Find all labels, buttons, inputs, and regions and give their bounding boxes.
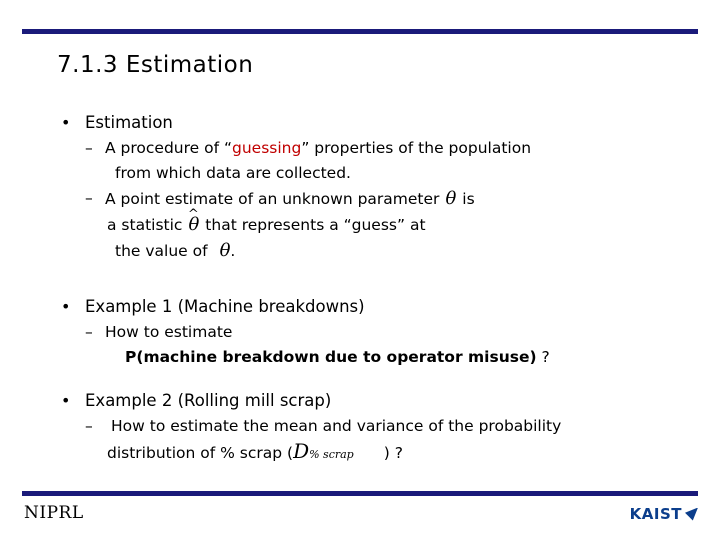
bullet-estimation-label: Estimation	[85, 113, 173, 132]
statistic-text-a: a statistic	[107, 216, 183, 234]
dash-icon: –	[85, 189, 93, 207]
theta-symbol: θ	[445, 188, 457, 209]
probability-expression-1-text: P(machine breakdown due to operator misu…	[125, 348, 537, 366]
sub-point-estimate-line2: a statistic ^ θ that represents a “guess” a…	[57, 207, 677, 238]
bullet-example-1: • Example 1 (Machine breakdowns)	[57, 296, 677, 318]
slide-body: • Estimation – A procedure of “guessing”…	[57, 112, 677, 467]
sub-how-to-estimate-1: – How to estimate	[57, 320, 677, 345]
dash-icon: –	[85, 323, 93, 341]
sub-procedure-cont: from which data are collected.	[115, 164, 351, 182]
kaist-logo: KAIST	[630, 505, 698, 523]
sub-point-estimate-text-a: A point estimate of an unknown parameter	[105, 190, 440, 208]
sub-point-estimate-line3: the value of θ.	[57, 238, 677, 264]
sub-procedure: – A procedure of “guessing” properties o…	[57, 136, 677, 161]
kaist-mark-icon	[685, 507, 698, 521]
sub-how-to-estimate-1-text: How to estimate	[105, 323, 233, 341]
top-divider	[22, 29, 698, 34]
sub-point-estimate-text-b: is	[462, 190, 475, 208]
d-symbol-subscript: % scrap	[309, 448, 354, 461]
period-text: .	[230, 242, 236, 260]
dash-icon: –	[85, 139, 93, 157]
d-symbol: D	[293, 439, 310, 463]
d-scrap-symbol: D% scrap	[293, 439, 354, 463]
slide: 7.1.3 Estimation • Estimation – A proced…	[0, 0, 720, 540]
dash-icon: –	[85, 417, 93, 435]
bottom-divider	[22, 491, 698, 496]
theta-hat-symbol: ^ θ	[188, 207, 199, 238]
statistic-text-b: that represents a “guess” at	[205, 216, 426, 234]
bullet-dot-icon: •	[61, 297, 71, 316]
bullet-dot-icon: •	[61, 113, 71, 132]
sub-how-to-estimate-2-text: How to estimate the mean and variance of…	[111, 417, 562, 435]
footer-label: NIPRL	[24, 503, 84, 523]
sub-procedure-text-a: A procedure of “	[105, 139, 232, 157]
bullet-example-2-label: Example 2 (Rolling mill scrap)	[85, 391, 332, 410]
page-title: 7.1.3 Estimation	[57, 52, 254, 78]
bullet-dot-icon: •	[61, 391, 71, 410]
bullet-example-2: • Example 2 (Rolling mill scrap)	[57, 390, 677, 412]
sub-procedure-text-b: ” properties of the population	[301, 139, 532, 157]
sub-point-estimate: – A point estimate of an unknown paramet…	[57, 186, 677, 212]
hat-accent-icon: ^	[187, 207, 199, 222]
sub-how-to-estimate-2: – How to estimate the mean and variance …	[57, 414, 677, 439]
bullet-example-1-label: Example 1 (Machine breakdowns)	[85, 297, 365, 316]
value-of-text: the value of	[115, 242, 208, 260]
theta-symbol: θ	[219, 240, 231, 261]
question-mark: ?	[541, 348, 550, 366]
kaist-logo-text: KAIST	[629, 505, 682, 523]
bullet-estimation: • Estimation	[57, 112, 677, 134]
scrap-distribution-text-a: distribution of % scrap (	[107, 444, 294, 462]
sub-procedure-highlight: guessing	[232, 139, 302, 157]
probability-expression-1: P(machine breakdown due to operator misu…	[57, 345, 677, 370]
scrap-distribution-line: distribution of % scrap (D% scrap ) ?	[57, 439, 677, 467]
scrap-distribution-text-b: ) ?	[383, 444, 403, 462]
